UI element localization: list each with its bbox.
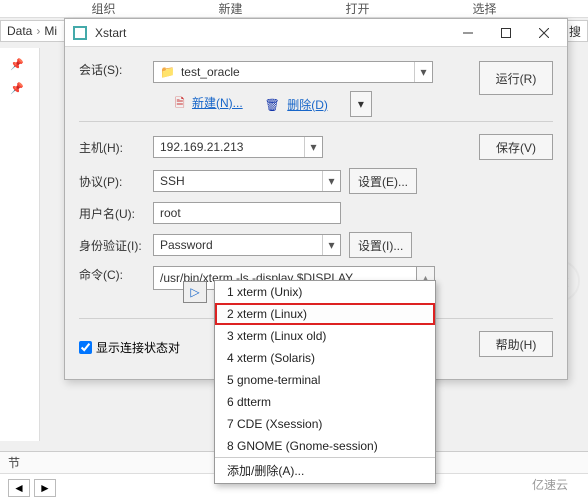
menu-item-cde[interactable]: 7 CDE (Xsession) xyxy=(215,413,435,435)
auth-select[interactable]: Password ▾ xyxy=(153,234,341,256)
maximize-icon xyxy=(501,28,511,38)
command-history-button[interactable]: ▷ xyxy=(183,281,207,303)
pin-icon: 📌 xyxy=(10,58,24,71)
save-button[interactable]: 保存(V) xyxy=(479,134,553,160)
protocol-value: SSH xyxy=(160,174,185,188)
close-icon xyxy=(539,28,549,38)
new-file-icon: 🗎 xyxy=(175,96,185,110)
new-session-link[interactable]: 🗎 新建(N)... xyxy=(175,94,243,115)
menu-item-xterm-linux-old[interactable]: 3 xterm (Linux old) xyxy=(215,325,435,347)
menu-item-xterm-linux[interactable]: 2 xterm (Linux) xyxy=(215,303,435,325)
host-value: 192.169.21.213 xyxy=(160,140,243,154)
session-label: 会话(S): xyxy=(79,61,153,78)
chevron-down-icon[interactable]: ▾ xyxy=(322,171,340,191)
chevron-down-icon[interactable]: ▾ xyxy=(322,235,340,255)
titlebar: Xstart xyxy=(65,19,567,47)
bg-tb-item[interactable]: 组织 xyxy=(91,0,115,17)
auth-settings-button[interactable]: 设置(I)... xyxy=(349,232,412,258)
menu-item-xterm-unix[interactable]: 1 xterm (Unix) xyxy=(215,281,435,303)
host-label: 主机(H): xyxy=(79,139,153,156)
menu-item-gnome-terminal[interactable]: 5 gnome-terminal xyxy=(215,369,435,391)
minimize-icon xyxy=(463,28,473,38)
menu-item-gnome-session[interactable]: 8 GNOME (Gnome-session) xyxy=(215,435,435,457)
username-input[interactable]: root xyxy=(153,202,341,224)
chevron-down-icon: ▾ xyxy=(358,97,364,111)
bg-tb-item[interactable]: 选择 xyxy=(472,0,496,17)
show-status-label: 显示连接状态对 xyxy=(96,339,180,356)
left-nav: 📌 📌 xyxy=(0,48,40,441)
play-icon: ▷ xyxy=(190,285,199,299)
breadcrumb-seg[interactable]: Mi xyxy=(44,24,57,38)
show-status-checkbox[interactable]: 显示连接状态对 xyxy=(79,333,180,356)
window-title: Xstart xyxy=(95,26,449,40)
run-button[interactable]: 运行(R) xyxy=(479,61,553,95)
session-combo[interactable]: 📁 test_oracle ▾ xyxy=(153,61,433,83)
chevron-right-icon: › xyxy=(36,24,40,38)
session-more-button[interactable]: ▾ xyxy=(350,91,372,117)
show-status-check[interactable] xyxy=(79,341,92,354)
command-label: 命令(C): xyxy=(79,266,153,283)
bg-tb-item[interactable]: 新建 xyxy=(218,0,242,17)
separator xyxy=(79,121,553,122)
folder-icon: 📁 xyxy=(160,65,175,79)
menu-item-xterm-solaris[interactable]: 4 xterm (Solaris) xyxy=(215,347,435,369)
breadcrumb-seg[interactable]: Data xyxy=(7,24,32,38)
trash-icon: 🗑 xyxy=(265,98,280,112)
app-icon xyxy=(73,26,87,40)
auth-label: 身份验证(I): xyxy=(79,237,153,254)
username-label: 用户名(U): xyxy=(79,205,153,222)
username-value: root xyxy=(160,206,181,220)
pin-icon: 📌 xyxy=(10,82,24,95)
delete-session-link[interactable]: 🗑 删除(D) xyxy=(265,96,328,113)
protocol-select[interactable]: SSH ▾ xyxy=(153,170,341,192)
nav-back-icon[interactable]: ◄ xyxy=(8,479,30,497)
minimize-button[interactable] xyxy=(449,21,487,45)
bg-tb-item[interactable]: 打开 xyxy=(345,0,369,17)
session-value: test_oracle xyxy=(181,65,240,79)
command-template-menu: ▷ 1 xterm (Unix) 2 xterm (Linux) 3 xterm… xyxy=(214,280,436,484)
protocol-label: 协议(P): xyxy=(79,173,153,190)
chevron-down-icon[interactable]: ▾ xyxy=(414,62,432,82)
nav-fwd-icon[interactable]: ► xyxy=(34,479,56,497)
help-button[interactable]: 帮助(H) xyxy=(479,331,553,357)
protocol-settings-button[interactable]: 设置(E)... xyxy=(349,168,417,194)
bg-toolbar: 组织 新建 打开 选择 xyxy=(0,0,588,18)
auth-value: Password xyxy=(160,238,213,252)
brand-label: 亿速云 xyxy=(532,476,568,493)
maximize-button[interactable] xyxy=(487,21,525,45)
chevron-down-icon[interactable]: ▾ xyxy=(304,137,322,157)
close-button[interactable] xyxy=(525,21,563,45)
menu-item-dtterm[interactable]: 6 dtterm xyxy=(215,391,435,413)
host-combo[interactable]: 192.169.21.213 ▾ xyxy=(153,136,323,158)
menu-add-remove[interactable]: 添加/删除(A)... xyxy=(215,457,435,483)
